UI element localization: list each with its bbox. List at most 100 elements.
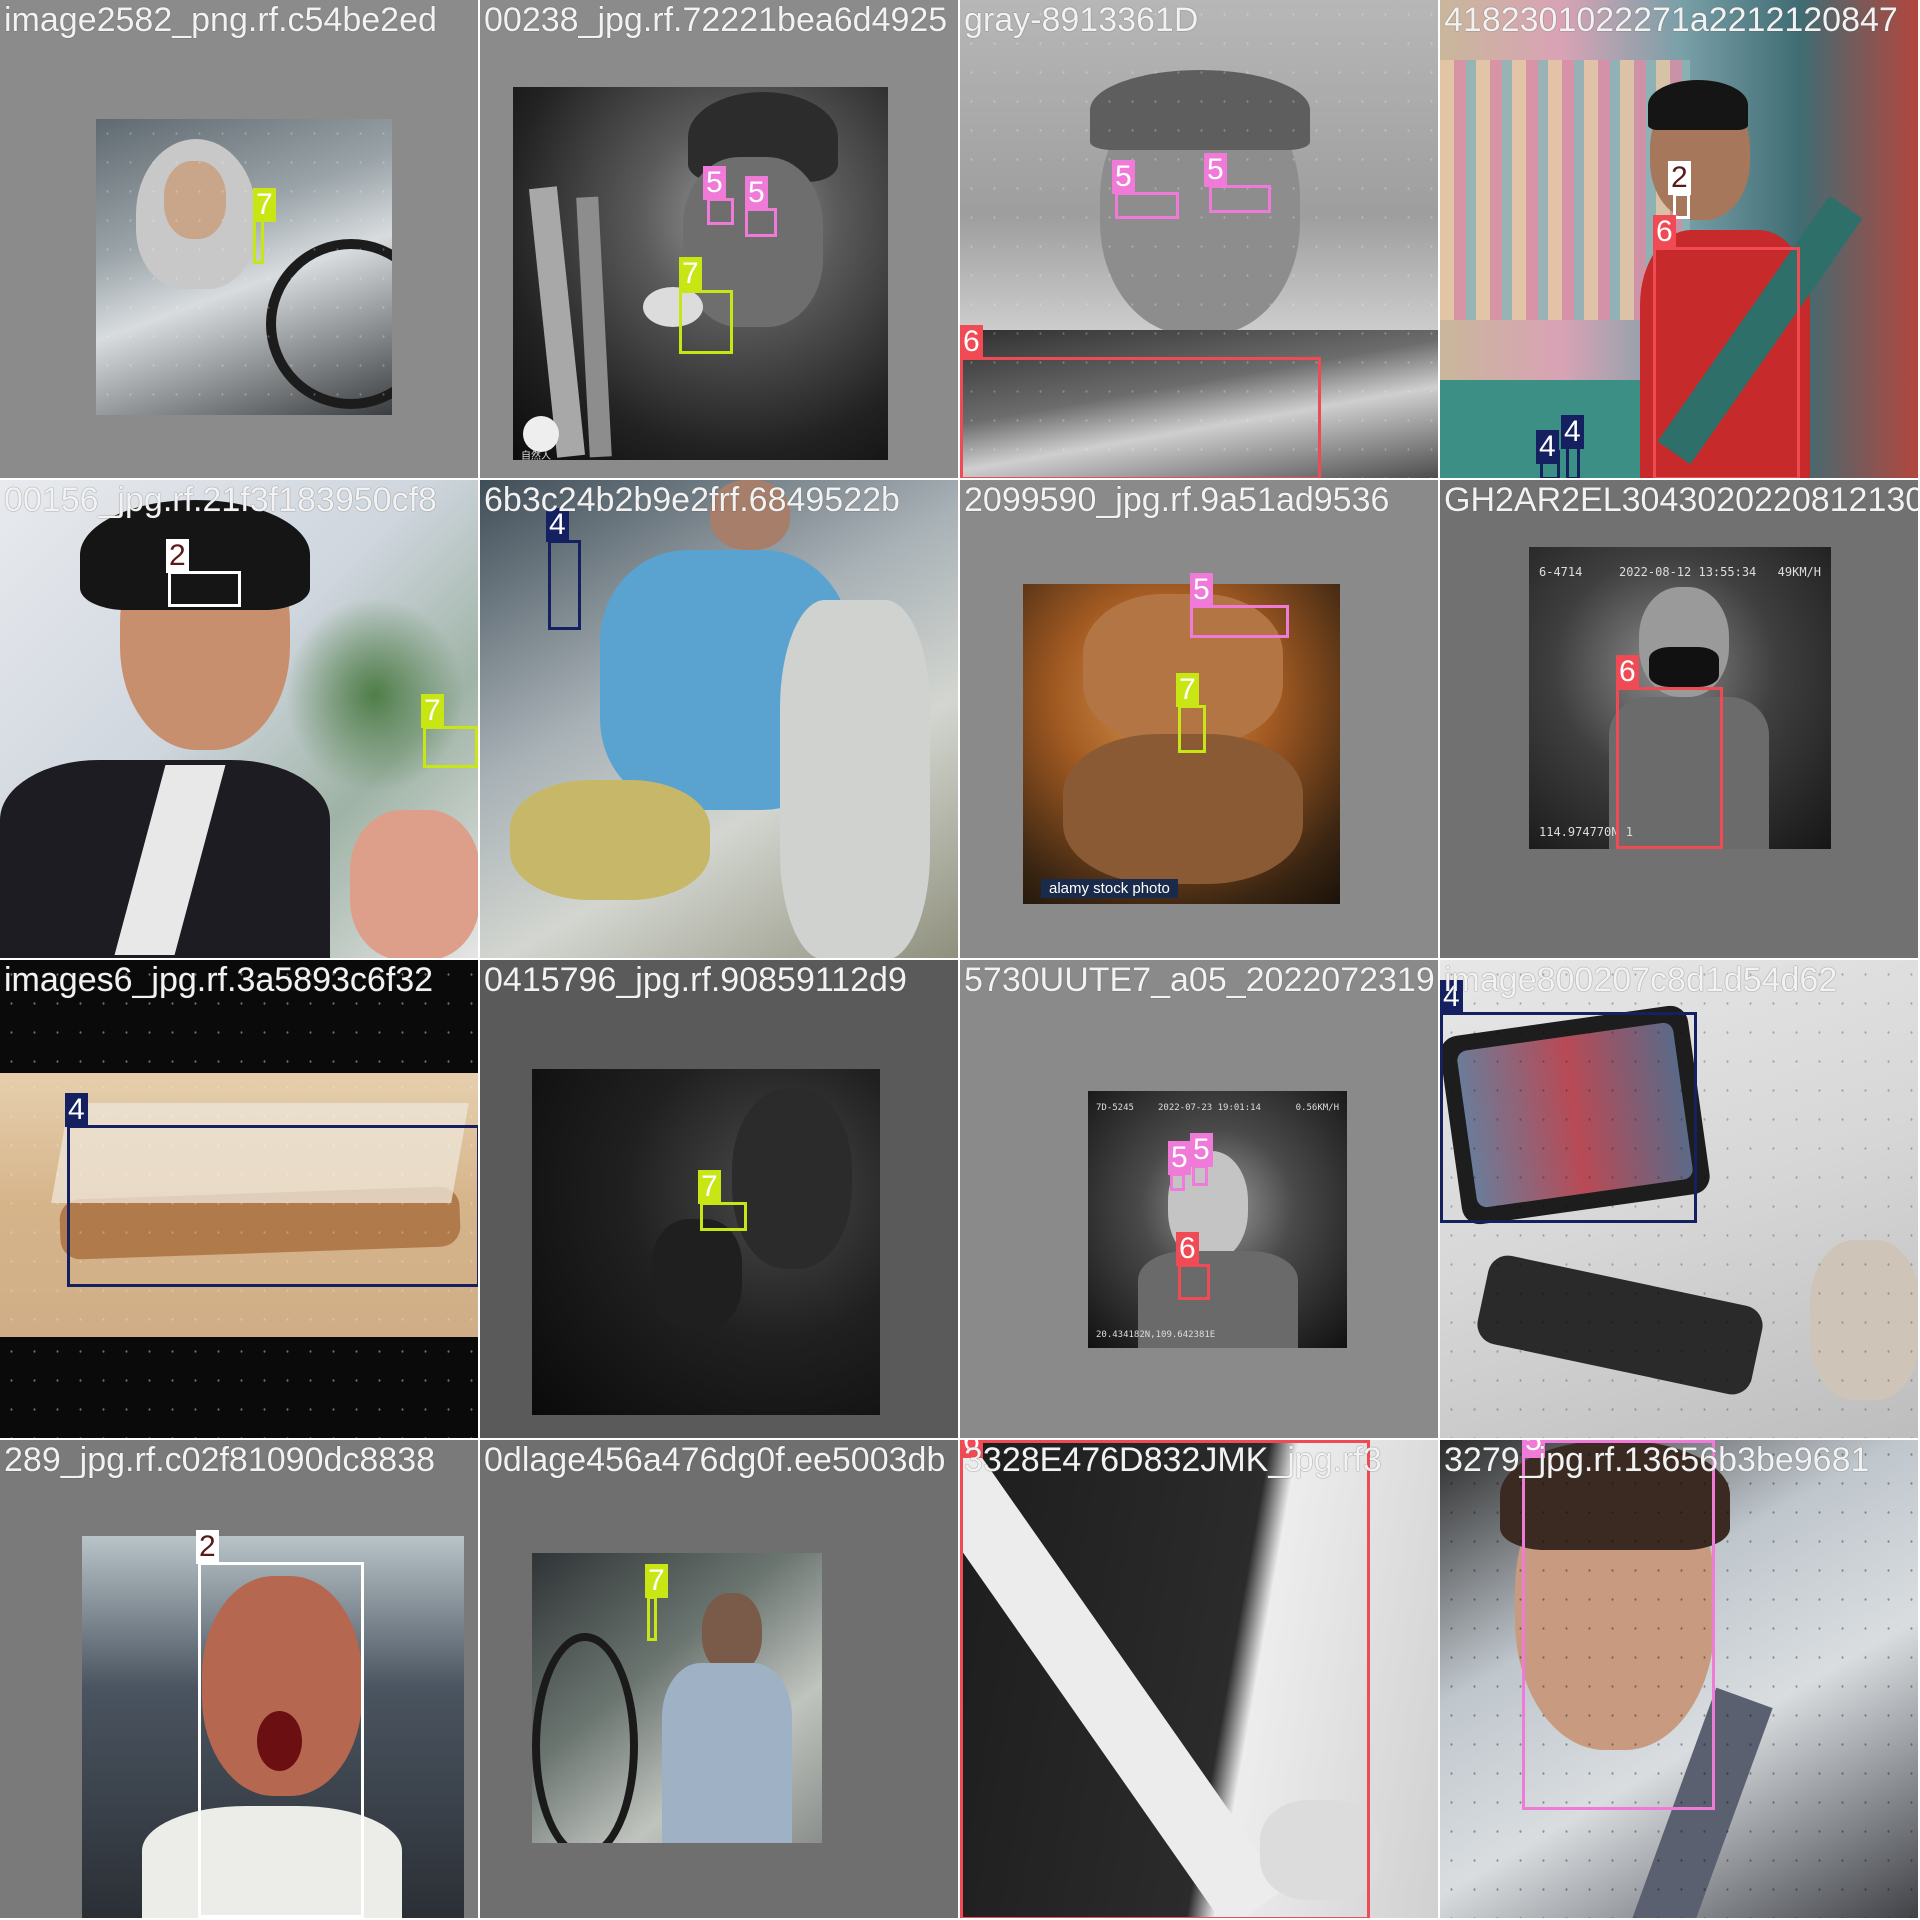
bbox-label: 5	[1190, 1133, 1213, 1167]
watermark-caption: 自然人	[521, 451, 551, 460]
bbox-class-2	[198, 1562, 364, 1918]
watermark-caption: alamy stock photo	[1041, 879, 1178, 898]
noise-overlay	[96, 119, 392, 415]
bbox-class-6	[960, 357, 1321, 478]
tile-14: 3328E476D832JMK_jpg.rf3 6	[960, 1440, 1440, 1920]
bbox-class-7	[679, 290, 733, 354]
bbox-class-7	[1178, 705, 1206, 753]
corner-right-text: 49KM/H	[1777, 565, 1821, 579]
corner-left-text: 6-4714	[1539, 565, 1583, 579]
bbox-class-6	[1178, 1264, 1210, 1300]
bbox-class-6	[1653, 247, 1800, 478]
bbox-class-5	[1115, 192, 1179, 219]
bbox-label: 7	[679, 257, 702, 291]
bbox-class-6	[960, 1440, 1370, 1918]
bbox-label: 7	[645, 1564, 668, 1598]
bbox-label: 2	[166, 539, 189, 573]
timestamp-text: 2022-08-12 13:55:34	[1619, 565, 1757, 579]
tile-filename: 289_jpg.rf.c02f81090dc8838	[4, 1441, 436, 1479]
tile-9: 0415796_jpg.rf.90859112d9 7	[480, 960, 960, 1440]
tile-filename: images6_jpg.rf.3a5893c6f32	[4, 961, 434, 999]
mosaic-grid: image2582_png.rf.c54be2ed 7 00238_jpg.rf…	[0, 0, 1920, 1920]
bbox-class-6	[1616, 687, 1723, 849]
cap	[1648, 80, 1748, 130]
bbox-class-5	[745, 208, 777, 237]
tile-6: 2099590_jpg.rf.9a51ad9536 alamy stock ph…	[960, 480, 1440, 960]
bbox-label: 5	[703, 166, 726, 200]
bbox-label: 7	[421, 694, 444, 728]
hand	[652, 1219, 742, 1329]
tile-12: 289_jpg.rf.c02f81090dc8838 2	[0, 1440, 480, 1920]
tile-13: 0dlage456a476dg0f.ee5003db 7	[480, 1440, 960, 1920]
bbox-class-5	[1209, 185, 1271, 213]
bbox-label: 5	[1204, 153, 1227, 187]
tile-filename: 2099590_jpg.rf.9a51ad9536	[964, 481, 1390, 519]
tile-filename: 00238_jpg.rf.72221bea6d4925	[484, 1, 948, 39]
bbox-label: 6	[960, 325, 983, 359]
bbox-label: 2	[196, 1530, 219, 1564]
bbox-class-5	[1522, 1440, 1715, 1810]
bbox-class-5	[1170, 1173, 1185, 1191]
tile-filename: gray-8913361D	[964, 1, 1199, 39]
bbox-label: 2	[1668, 161, 1691, 195]
coords-text: 20.434182N,109.642381E	[1096, 1330, 1216, 1340]
tile-15: 3279_jpg.rf.13656b3be9681 5	[1440, 1440, 1920, 1920]
bamboo-stick	[576, 196, 612, 458]
plant	[270, 580, 478, 810]
hand	[350, 810, 478, 958]
bbox-label: 7	[698, 1170, 721, 1204]
bbox-label: 6	[1176, 1232, 1199, 1266]
photo-car-driver	[96, 119, 392, 415]
bbox-label: 7	[253, 188, 276, 222]
tile-filename: image2582_png.rf.c54be2ed	[4, 1, 437, 39]
face-mask	[1649, 647, 1719, 687]
photo-suit-man	[0, 480, 478, 958]
bbox-label: 6	[1616, 655, 1639, 689]
tile-3: 4182301022271a2212120847 2 6 4 4	[1440, 0, 1920, 480]
corner-right-text: 0.56KM/H	[1295, 1103, 1339, 1113]
tile-5: 6b3c24b2b9e2frf.6849522b 4	[480, 480, 960, 960]
tile-4: 00156_jpg.rf.21f3f183950cf8 2 7	[0, 480, 480, 960]
tile-11: image800207c8d1d54d62 4	[1440, 960, 1920, 1440]
tile-1: 00238_jpg.rf.72221bea6d4925 自然人 5 5 7	[480, 0, 960, 480]
photo-phone-call-driver	[532, 1553, 822, 1843]
hands	[1063, 734, 1303, 884]
tile-0: image2582_png.rf.c54be2ed 7	[0, 0, 480, 480]
bbox-class-4	[1440, 1012, 1697, 1223]
tile-2: gray-8913361D 5 5 6	[960, 0, 1440, 480]
tile-filename: GH2AR2EL3043020220812130	[1444, 481, 1920, 519]
photo-dark-smoker	[532, 1069, 880, 1415]
bbox-class-5	[1190, 605, 1289, 638]
seat	[780, 600, 930, 958]
bbox-label: 4	[65, 1093, 88, 1127]
tile-7: GH2AR2EL3043020220812130 6-4714 2022-08-…	[1440, 480, 1920, 960]
bbox-class-7	[647, 1596, 657, 1641]
bbox-label: 4	[1561, 415, 1584, 449]
timestamp-text: 2022-07-23 19:01:14	[1158, 1103, 1261, 1113]
tile-10: 5730UUTE7_a05_2022072319 7D-5245 2022-07…	[960, 960, 1440, 1440]
tile-filename: 00156_jpg.rf.21f3f183950cf8	[4, 481, 437, 519]
tile-filename: 3328E476D832JMK_jpg.rf3	[964, 1441, 1382, 1479]
tile-8: images6_jpg.rf.3a5893c6f32 4	[0, 960, 480, 1440]
face	[732, 1089, 852, 1269]
bbox-class-7	[423, 726, 478, 768]
bbox-class-7	[700, 1202, 747, 1231]
bbox-class-5	[707, 198, 734, 225]
bbox-label: 6	[1653, 215, 1676, 249]
bbox-class-4	[548, 540, 581, 630]
face	[702, 1593, 762, 1673]
bbox-label: 7	[1176, 673, 1199, 707]
tile-filename: 6b3c24b2b9e2frf.6849522b	[484, 481, 900, 519]
photo-ir-driver: 7D-5245 2022-07-23 19:01:14 0.56KM/H 20.…	[1088, 1091, 1347, 1348]
bbox-label: 5	[745, 176, 768, 210]
bbox-class-4	[67, 1125, 478, 1287]
bbox-label: 5	[1168, 1141, 1191, 1175]
tile-filename: 3279_jpg.rf.13656b3be9681	[1444, 1441, 1870, 1479]
bbox-label: 4	[1536, 430, 1559, 464]
bbox-class-5	[1192, 1165, 1208, 1186]
tile-filename: 5730UUTE7_a05_2022072319	[964, 961, 1435, 999]
bbox-label: 5	[1190, 573, 1213, 607]
steering-wheel	[532, 1633, 638, 1843]
tile-filename: 4182301022271a2212120847	[1444, 1, 1898, 39]
corner-left-text: 7D-5245	[1096, 1103, 1134, 1113]
